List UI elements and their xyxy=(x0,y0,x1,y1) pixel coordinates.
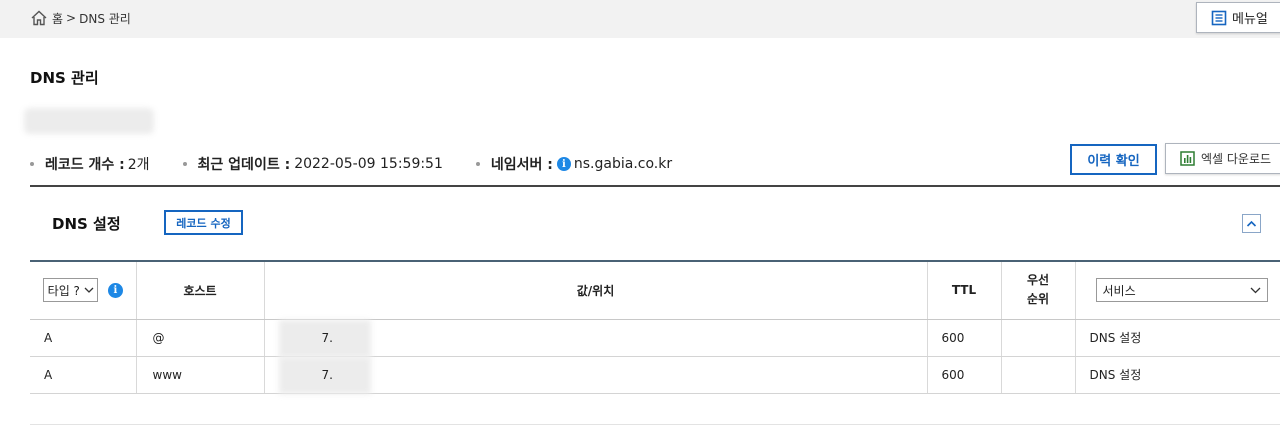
record-host: www xyxy=(135,356,264,394)
page-title: DNS 관리 xyxy=(30,69,99,87)
record-value: 7. xyxy=(321,330,333,345)
chevron-up-icon xyxy=(1246,220,1257,227)
record-value: 7. xyxy=(321,367,333,382)
record-host: @ xyxy=(135,319,264,357)
last-update-value: 2022-05-09 15:59:51 xyxy=(294,156,443,172)
service-select[interactable]: 서비스 xyxy=(1095,278,1268,303)
record-type: A xyxy=(30,319,136,357)
last-update-label: 최근 업데이트 : xyxy=(197,157,291,173)
home-icon[interactable] xyxy=(30,9,48,27)
redacted-domain xyxy=(24,108,154,134)
type-select[interactable]: 타입 ? xyxy=(42,278,98,303)
document-list-icon xyxy=(1211,10,1227,25)
type-header: 타입 ? i xyxy=(30,260,136,320)
breadcrumb: 홈 > DNS 관리 xyxy=(30,9,131,27)
excel-chart-icon xyxy=(1180,151,1195,166)
manual-button-label: 메뉴얼 xyxy=(1232,12,1268,27)
bullet-icon xyxy=(182,162,187,166)
top-bar: 홈 > DNS 관리 메뉴얼 xyxy=(0,0,1280,38)
record-priority xyxy=(1000,356,1075,394)
record-ttl: 600 xyxy=(926,356,1001,394)
history-button[interactable]: 이력 확인 xyxy=(1070,144,1157,175)
record-value-cell: 7. xyxy=(263,356,927,394)
table-row: A www 7. 600 DNS 설정 xyxy=(30,356,1280,394)
excel-download-button[interactable]: 엑셀 다운로드 xyxy=(1165,143,1280,174)
record-count-label: 레코드 개수 : xyxy=(45,157,125,173)
host-header: 호스트 xyxy=(135,260,264,320)
info-line: 레코드 개수 : 2개 최근 업데이트 : 2022-05-09 15:59:5… xyxy=(30,154,672,174)
breadcrumb-current: DNS 관리 xyxy=(79,11,131,26)
nameserver: 네임서버 : i ns.gabia.co.kr xyxy=(475,154,673,174)
record-service: DNS 설정 xyxy=(1074,319,1280,357)
nameserver-label: 네임서버 : xyxy=(490,157,553,173)
manual-button[interactable]: 메뉴얼 xyxy=(1196,2,1280,33)
type-info-icon[interactable]: i xyxy=(107,282,123,298)
nameserver-value: ns.gabia.co.kr xyxy=(573,156,673,172)
value-header: 값/위치 xyxy=(263,260,927,320)
service-select-value: 서비스 xyxy=(1102,283,1136,298)
service-header: 서비스 xyxy=(1074,260,1280,320)
last-update: 최근 업데이트 : 2022-05-09 15:59:51 xyxy=(182,154,443,174)
section-divider xyxy=(30,185,1280,187)
record-count-value: 2개 xyxy=(127,157,150,173)
section-title: DNS 설정 xyxy=(52,215,121,233)
chevron-down-icon xyxy=(1250,287,1260,294)
record-count: 레코드 개수 : 2개 xyxy=(30,154,150,174)
record-value-cell: 7. xyxy=(263,319,927,357)
breadcrumb-home[interactable]: 홈 xyxy=(52,10,63,27)
table-header-row: 타입 ? i 호스트 값/위치 TTL 우선 순위 서비스 xyxy=(30,260,1280,320)
excel-download-label: 엑셀 다운로드 xyxy=(1201,152,1272,166)
record-service: DNS 설정 xyxy=(1074,356,1280,394)
collapse-button[interactable] xyxy=(1242,214,1261,233)
bullet-icon xyxy=(30,162,34,166)
record-type: A xyxy=(30,356,136,394)
record-priority xyxy=(1000,319,1075,357)
dns-records-table: 타입 ? i 호스트 값/위치 TTL 우선 순위 서비스 A @ 7. 600… xyxy=(30,260,1280,394)
bottom-divider xyxy=(30,424,1280,425)
edit-records-button[interactable]: 레코드 수정 xyxy=(164,210,243,235)
info-icon[interactable]: i xyxy=(556,157,571,171)
breadcrumb-separator: > xyxy=(66,11,77,25)
table-row: A @ 7. 600 DNS 설정 xyxy=(30,319,1280,357)
type-select-value: 타입 ? xyxy=(47,283,80,298)
ttl-header: TTL xyxy=(926,260,1001,320)
priority-header: 우선 순위 xyxy=(1000,260,1075,320)
record-ttl: 600 xyxy=(926,319,1001,357)
bullet-icon xyxy=(475,162,480,166)
chevron-down-icon xyxy=(84,287,94,294)
